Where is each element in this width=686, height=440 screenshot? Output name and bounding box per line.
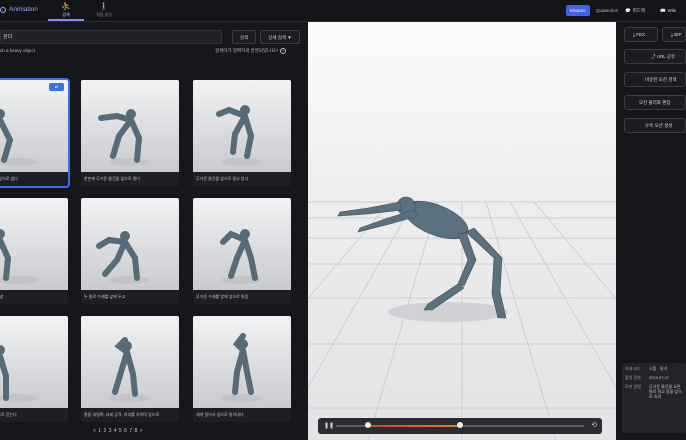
motion-card[interactable]: 무거운 수레를 앞에 앞으로 밀음 [193,198,291,304]
person-walk-icon: 🚶 [99,2,109,11]
search-subtitle: sh a heavy object [0,48,36,53]
motion-card[interactable]: 세게 밀어서 앞으로 밀어내다 [193,316,291,422]
tab-search[interactable]: ⛹ 검색 [48,2,84,21]
motion-thumbnail [0,80,68,172]
app-logo[interactable]: Animation [0,6,38,13]
meta-key: 모션 설명 [625,384,641,389]
accuracy-feedback[interactable]: 검색어가 정확하게 반영되었나요?? [215,48,286,54]
motion-thumbnail [193,316,291,408]
motion-card[interactable]: 팔을 내밀며, 자세 공격, 허리를 숙이며 앞으로 [81,316,179,422]
pagination[interactable]: < 1 2 3 4 5 6 7 8 > [93,428,143,434]
motion-thumbnail [81,198,179,290]
motion-caption: 두 팔로 수레를 앞에 두고 [81,290,179,304]
logo-icon [0,6,6,13]
fbx-label: FBX [636,32,646,37]
share-label: URL 공유 [656,54,676,59]
person-run-icon: ⛹ [61,2,71,11]
motion-thumbnail [193,198,291,290]
motion-card[interactable]: 무거운 짐을 앞으로 걷는다 [0,316,68,422]
top-bar: Animation ⛹ 검색 🚶 직접 생성 Mixamo Quaternion… [0,0,686,22]
meta-value: 소품 · 밀기 [649,366,668,371]
logo-text: Animation [9,6,38,13]
motion-caption: 무거운 짐을 앞으로 걷는다 [0,408,68,422]
accuracy-text: 검색어가 정확하게 반영되었나요? [215,48,278,53]
motion-caption: 무거운 수레를 앞에 앞으로 밀음 [193,290,291,304]
detail-search-button[interactable]: 상세 검색 ▼ [260,30,300,44]
download-bip-button[interactable]: ⤓ BIP [662,27,686,42]
meta-value: 무거운 물건을 오른 팔로 밀고 몸을 앞으로 숙여 [649,384,682,399]
chat-icon: 💬 [625,8,631,13]
motion-card[interactable]: 걸음, 숙임, 밀어냄 [0,198,68,304]
wiki-label: Wiki [667,8,677,13]
range-end-handle[interactable] [457,422,463,428]
range-start-handle[interactable] [365,422,372,428]
meta-value: 2019.07.27 [649,375,670,380]
meta-key: 촬영 일자 [625,375,641,380]
motion-caption: 걸음, 숙임, 밀어냄 [0,290,68,304]
wiki-button[interactable]: 📖 Wiki [660,5,676,16]
motion-caption: 한 손에 한쪽이 앞으로 앉다 [0,172,68,186]
motion-card[interactable]: 무거운 물건을 앞으로 밀고 있다 [193,80,291,186]
meta-row: 카테고리 소품 · 밀기 [625,366,683,372]
load-motion-button[interactable]: 모션 불러와 편집 [624,95,686,110]
motion-info: 카테고리 소품 · 밀기 촬영 일자 2019.07.27 모션 설명 무거운 물건을… [622,363,686,433]
meta-row: 모션 설명 무거운 물건을 오른 팔로 밀고 몸을 앞으로 숙여 [625,384,683,399]
tab-create[interactable]: 🚶 직접 생성 [86,2,122,21]
motion-card[interactable]: 두 팔로 수레를 앞에 두고 [81,198,179,304]
motion-card[interactable]: 한손에 무거운 물건을 앞으로 밀다 [81,80,179,186]
timeline-track[interactable] [336,422,584,428]
lang-mixamo-button[interactable]: Mixamo [566,5,590,16]
generate-motion-button[interactable]: 우측 모션 생성 [624,118,686,133]
viewport-scene [308,196,616,440]
motion-caption: 한손에 무거운 물건을 앞으로 밀다 [81,172,179,186]
motion-thumbnail [193,80,291,172]
motion-thumbnail [81,316,179,408]
motion-card[interactable]: 한 손에 한쪽이 앞으로 앉다 ⇄ [0,78,70,188]
share-url-button[interactable]: ⤴ URL 공유 [624,49,686,64]
similar-motion-button[interactable]: 비슷한 모션 검색 [624,72,686,87]
bip-label: BIP [674,32,682,37]
swap-icon[interactable]: ⇄ [49,83,64,91]
tab-search-label: 검색 [62,12,70,17]
motion-thumbnail [0,316,68,408]
lang-quaternion-button[interactable]: Quaternion [592,5,622,16]
motion-thumbnail [81,80,179,172]
search-input[interactable]: 걷다 [0,30,222,44]
animation-viewport[interactable] [308,22,616,440]
pause-icon[interactable]: ❚❚ [324,422,334,429]
book-icon: 📖 [660,8,666,13]
tab-create-label: 직접 생성 [96,12,112,17]
timeline-range [368,425,460,427]
repeat-icon[interactable]: ⟲ [591,421,597,429]
timeline-bar: ❚❚ ⟲ [318,418,602,434]
help-icon: ? [279,48,286,54]
motion-caption: 세게 밀어서 앞으로 밀어내다 [193,408,291,422]
meta-key: 카테고리 [625,366,640,371]
search-button[interactable]: 검색 [232,30,256,44]
feedback-button[interactable]: 💬 피드백 [625,5,645,16]
feedback-label: 피드백 [632,8,646,13]
motion-caption: 팔을 내밀며, 자세 공격, 허리를 숙이며 앞으로 [81,408,179,422]
motion-thumbnail [0,198,68,290]
motion-caption: 무거운 물건을 앞으로 밀고 있다 [193,172,291,186]
download-fbx-button[interactable]: ⤓ FBX [624,27,658,42]
meta-row: 촬영 일자 2019.07.27 [625,375,683,381]
